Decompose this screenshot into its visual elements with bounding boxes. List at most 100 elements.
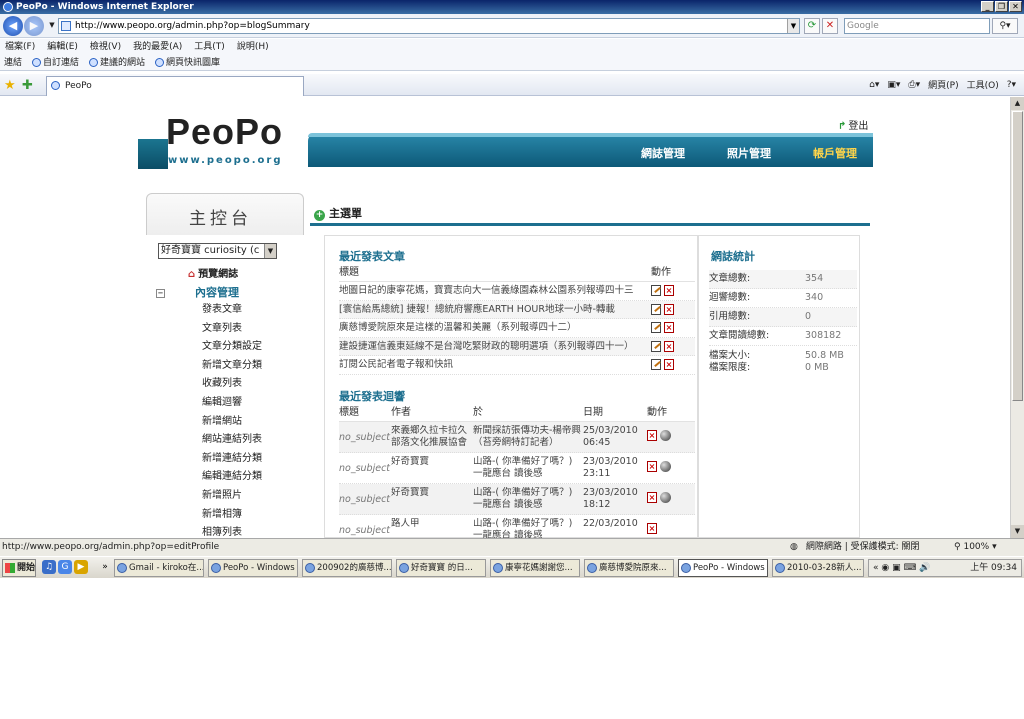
menu-favorites[interactable]: 我的最愛(A) bbox=[133, 39, 182, 55]
tab-peopo[interactable]: PeoPo bbox=[46, 76, 304, 96]
start-button[interactable]: 開始 bbox=[2, 559, 36, 577]
delete-icon[interactable]: × bbox=[664, 303, 674, 315]
delete-icon[interactable]: × bbox=[664, 285, 674, 297]
comment-subject[interactable]: no_subject bbox=[339, 456, 391, 483]
taskbar-button-blog[interactable]: 好奇寶寶 的日... bbox=[396, 559, 486, 577]
edit-icon[interactable] bbox=[651, 285, 661, 297]
post-title-link[interactable]: 廣慈博愛院原來是這樣的溫馨和美麗（系列報導四十二） bbox=[339, 319, 641, 337]
media-player-icon[interactable]: ♫ bbox=[42, 560, 56, 574]
sidebar-item-post-article[interactable]: 發表文章 bbox=[202, 301, 302, 320]
delete-icon[interactable]: × bbox=[647, 430, 657, 441]
sidebar-item-add-site[interactable]: 新增網站 bbox=[202, 413, 302, 432]
print-icon[interactable]: ⎙▾ bbox=[908, 80, 920, 90]
menu-edit[interactable]: 編輯(E) bbox=[47, 39, 78, 55]
link-suggested-sites[interactable]: 建議的網站 bbox=[89, 55, 145, 70]
tools-menu[interactable]: 工具(O) bbox=[967, 78, 999, 91]
nav-blog-manage[interactable]: 網誌管理 bbox=[641, 145, 685, 161]
sidebar-item-add-album[interactable]: 新增相簿 bbox=[202, 506, 302, 525]
delete-icon[interactable]: × bbox=[647, 461, 657, 472]
preview-blog-link[interactable]: ⌂ 預覽網誌 bbox=[188, 265, 238, 280]
tray-icons[interactable]: « ◉ ▣ ⌨ 🔊 bbox=[873, 560, 931, 576]
close-button[interactable]: ✕ bbox=[1009, 1, 1022, 12]
content-management-section[interactable]: − 內容管理 bbox=[156, 284, 296, 299]
delete-icon[interactable]: × bbox=[664, 359, 674, 371]
delete-icon[interactable]: × bbox=[647, 492, 657, 503]
quicklaunch-more-icon[interactable]: » bbox=[98, 560, 112, 574]
globe-icon[interactable] bbox=[660, 461, 671, 472]
scroll-up-icon[interactable]: ▲ bbox=[1011, 97, 1024, 110]
delete-icon[interactable]: × bbox=[647, 523, 657, 534]
comment-subject[interactable]: no_subject bbox=[339, 425, 391, 452]
back-button[interactable]: ◀ bbox=[3, 16, 23, 36]
comment-subject[interactable]: no_subject bbox=[339, 487, 391, 514]
comment-post-link[interactable]: 山路-( 你準備好了嗎？) 一龍應台 讀後感 bbox=[473, 456, 583, 483]
post-title-link[interactable]: 建設捷運信義東延線不是台灣吃緊財政的聰明選項（系列報導四十一） bbox=[339, 338, 641, 356]
sidebar-item-edit-comments[interactable]: 編輯迴響 bbox=[202, 394, 302, 413]
taskbar-button-doc-4[interactable]: 2010-03-28新人... bbox=[772, 559, 864, 577]
taskbar-button-gmail[interactable]: Gmail - kiroko在... bbox=[114, 559, 204, 577]
vertical-scrollbar[interactable]: ▲ ▼ bbox=[1010, 97, 1024, 538]
post-title-link[interactable]: 訂閱公民記者電子報和快訊 bbox=[339, 356, 641, 374]
collapse-toggle-icon[interactable]: − bbox=[156, 288, 165, 298]
delete-icon[interactable]: × bbox=[664, 340, 674, 352]
link-web-slice-gallery[interactable]: 網頁快訊圖庫 bbox=[155, 55, 220, 70]
search-button[interactable]: ⚲▾ bbox=[992, 18, 1018, 34]
comment-post-link[interactable]: 山路-( 你準備好了嗎？) 一龍應台 讀後感 bbox=[473, 487, 583, 514]
sidebar-item-edit-link-category[interactable]: 編輯連結分類 bbox=[202, 468, 302, 487]
comment-post-link[interactable]: 新聞採訪張傳功夫-楊帝興（苔旁網特訂記者） bbox=[473, 425, 583, 452]
feeds-icon[interactable]: ▣▾ bbox=[887, 80, 900, 90]
help-icon[interactable]: ?▾ bbox=[1007, 80, 1016, 90]
nav-photo-manage[interactable]: 照片管理 bbox=[727, 145, 771, 161]
taskbar-button-doc-1[interactable]: 200902的廣慈博... bbox=[302, 559, 392, 577]
scroll-down-icon[interactable]: ▼ bbox=[1011, 525, 1024, 538]
taskbar-button-peopo-1[interactable]: PeoPo - Windows ... bbox=[208, 559, 298, 577]
globe-icon[interactable] bbox=[660, 492, 671, 503]
edit-icon[interactable] bbox=[651, 340, 661, 352]
sidebar-item-add-photo[interactable]: 新增照片 bbox=[202, 487, 302, 506]
sidebar-item-site-links[interactable]: 網站連結列表 bbox=[202, 431, 302, 450]
sidebar-item-add-link-category[interactable]: 新增連結分類 bbox=[202, 450, 302, 469]
menu-tools[interactable]: 工具(T) bbox=[194, 39, 225, 55]
zoom-level[interactable]: ⚲ 100% ▾ bbox=[954, 539, 997, 556]
quicklaunch-icon[interactable]: ▶ bbox=[74, 560, 88, 574]
taskbar-button-peopo-active[interactable]: PeoPo - Windows ... bbox=[678, 559, 768, 577]
sidebar-item-article-list[interactable]: 文章列表 bbox=[202, 320, 302, 339]
edit-icon[interactable] bbox=[651, 322, 661, 334]
comment-subject[interactable]: no_subject bbox=[339, 518, 391, 538]
menu-view[interactable]: 檢視(V) bbox=[90, 39, 121, 55]
globe-icon[interactable] bbox=[660, 430, 671, 441]
refresh-button[interactable]: ⟳ bbox=[804, 18, 820, 34]
nav-account-manage[interactable]: 帳戶管理 bbox=[813, 145, 857, 161]
add-favorites-icon[interactable]: ✚ bbox=[22, 78, 33, 93]
post-title-link[interactable]: 地圖日記的康寧花媽，寶寶志向大一信義綠園森林公園系列報導四十三 bbox=[339, 282, 641, 300]
minimize-button[interactable]: _ bbox=[981, 1, 994, 12]
address-dropdown-button[interactable]: ▼ bbox=[787, 19, 799, 33]
search-input[interactable]: Google bbox=[844, 18, 990, 34]
link-custom[interactable]: 自訂連結 bbox=[32, 55, 79, 70]
favorites-star-icon[interactable]: ★ bbox=[4, 78, 16, 93]
page-menu[interactable]: 網頁(P) bbox=[928, 78, 958, 91]
sidebar-item-add-category[interactable]: 新增文章分類 bbox=[202, 357, 302, 376]
logout-link[interactable]: ↱ 登出 bbox=[838, 117, 868, 132]
google-icon[interactable]: G bbox=[58, 560, 72, 574]
taskbar-button-doc-3[interactable]: 廣慈博愛院原來... bbox=[584, 559, 674, 577]
stop-button[interactable]: ✕ bbox=[822, 18, 838, 34]
post-title-link[interactable]: [寰信給馬總統] 捷報！總統府響應EARTH HOUR地球一小時-轉載 bbox=[339, 301, 641, 319]
edit-icon[interactable] bbox=[651, 359, 661, 371]
menu-help[interactable]: 說明(H) bbox=[237, 39, 269, 55]
home-icon[interactable]: ⌂▾ bbox=[869, 80, 879, 90]
address-input[interactable]: http://www.peopo.org/admin.php?op=blogSu… bbox=[58, 18, 800, 34]
edit-icon[interactable] bbox=[651, 303, 661, 315]
blog-select[interactable]: 好奇寶寶 curiosity (c ▼ bbox=[158, 243, 277, 259]
menu-file[interactable]: 檔案(F) bbox=[5, 39, 35, 55]
sidebar-item-favorites-list[interactable]: 收藏列表 bbox=[202, 375, 302, 394]
restore-button[interactable]: ❐ bbox=[995, 1, 1008, 12]
security-zone[interactable]: 網際網路 | 受保護模式: 關閉 bbox=[806, 539, 920, 556]
sidebar-item-album-list[interactable]: 相簿列表 bbox=[202, 524, 302, 538]
delete-icon[interactable]: × bbox=[664, 322, 674, 334]
clock[interactable]: 上午 09:34 bbox=[970, 560, 1017, 576]
peopo-logo[interactable]: PeoPo www.peopo.org bbox=[138, 109, 308, 169]
forward-button[interactable]: ▶ bbox=[24, 16, 44, 36]
comment-post-link[interactable]: 山路-( 你準備好了嗎？) 一龍應台 讀後感 bbox=[473, 518, 583, 538]
taskbar-button-doc-2[interactable]: 康寧花媽謝謝您... bbox=[490, 559, 580, 577]
